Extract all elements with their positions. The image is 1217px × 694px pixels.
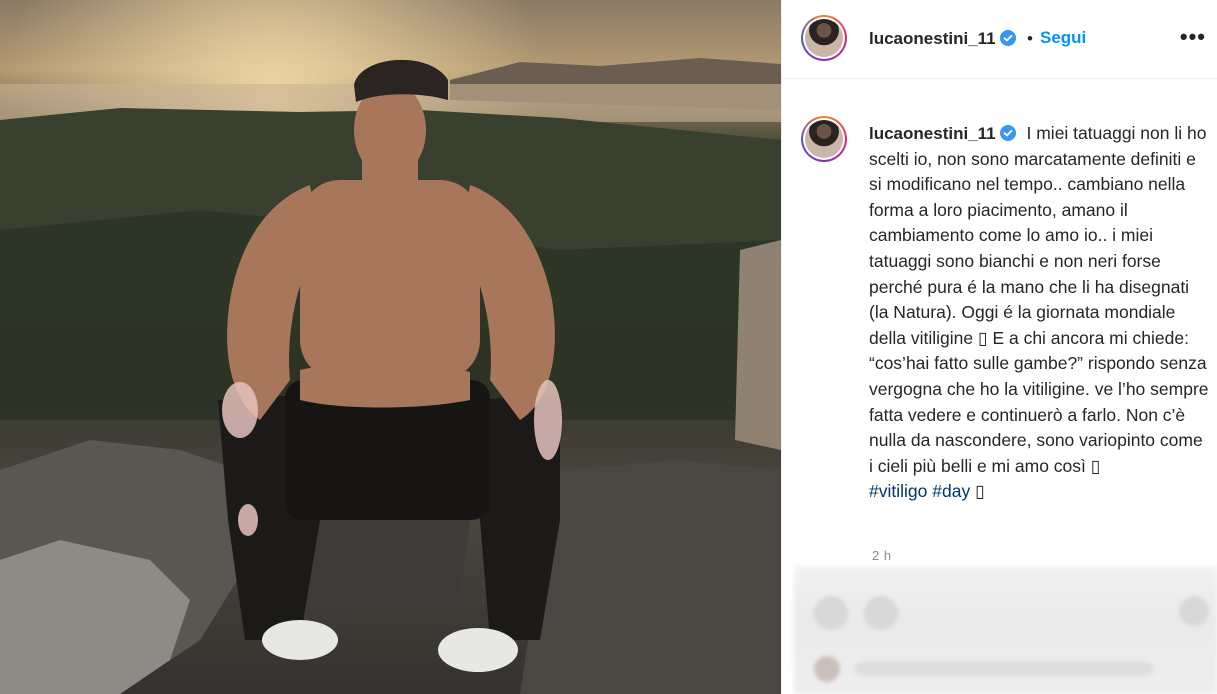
post-timestamp[interactable]: 2 h bbox=[872, 548, 892, 563]
post-photo-scene bbox=[0, 0, 781, 694]
blurred-text-line bbox=[854, 662, 1154, 676]
caption-username-text[interactable]: lucaonestini_11 bbox=[869, 124, 996, 143]
post-sidebar: lucaonestini_11 • Segui ••• lucaonestini… bbox=[781, 0, 1217, 694]
more-options-icon[interactable]: ••• bbox=[1180, 24, 1206, 50]
caption-profile-picture bbox=[805, 120, 843, 158]
caption-text: I miei tatuaggi non li ho scelti io, non… bbox=[869, 123, 1209, 476]
hashtag-day[interactable]: #day bbox=[932, 481, 970, 501]
hashtag-vitiligo[interactable]: #vitiligo bbox=[869, 481, 927, 501]
caption-avatar[interactable] bbox=[801, 116, 847, 162]
blurred-avatar bbox=[814, 656, 840, 682]
verified-badge-icon bbox=[999, 30, 1016, 46]
caption-username[interactable]: lucaonestini_11 bbox=[869, 124, 1016, 143]
blurred-icon bbox=[864, 596, 898, 630]
caption: lucaonestini_11 I miei tatuaggi non li h… bbox=[869, 121, 1209, 505]
post-photo[interactable] bbox=[0, 0, 781, 694]
blurred-comments-area bbox=[794, 566, 1217, 694]
header-username-text[interactable]: lucaonestini_11 bbox=[869, 29, 996, 48]
profile-picture bbox=[805, 19, 843, 57]
header-separator: • bbox=[1027, 29, 1033, 48]
post-header: lucaonestini_11 • Segui ••• bbox=[782, 0, 1217, 79]
blurred-icon bbox=[814, 596, 848, 630]
caption-verified-badge-icon bbox=[999, 125, 1016, 141]
caption-emoji: ▯ bbox=[975, 481, 985, 502]
avatar[interactable] bbox=[801, 15, 847, 61]
header-username[interactable]: lucaonestini_11 bbox=[869, 29, 1016, 49]
blurred-icon bbox=[1179, 596, 1209, 626]
follow-button[interactable]: Segui bbox=[1040, 28, 1086, 48]
